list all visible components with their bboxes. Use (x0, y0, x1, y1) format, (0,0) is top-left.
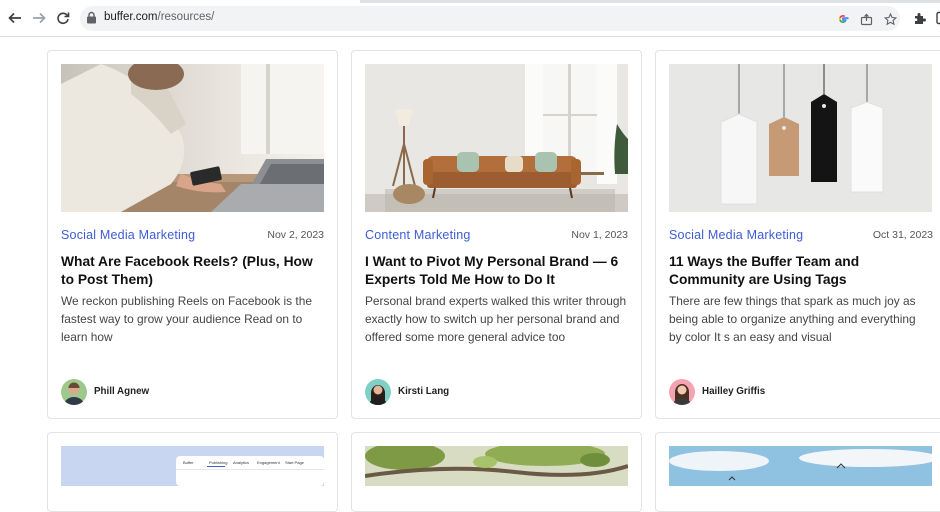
card-meta: Social Media Marketing Oct 31, 2023 (669, 228, 933, 244)
article-image[interactable] (61, 64, 324, 212)
article-excerpt: We reckon publishing Reels on Facebook i… (61, 294, 312, 344)
article-title[interactable]: What Are Facebook Reels? (Plus, How to P… (61, 253, 326, 288)
star-icon[interactable] (882, 11, 898, 27)
article-excerpt: Personal brand experts walked this write… (365, 294, 627, 344)
category-link[interactable]: Social Media Marketing (669, 228, 803, 242)
category-link[interactable]: Content Marketing (365, 228, 471, 242)
url-path: /resources/ (157, 11, 215, 23)
article-excerpt: There are few things that spark as much … (669, 294, 916, 344)
article-card[interactable] (351, 432, 642, 512)
active-tab-edge (0, 0, 360, 3)
google-icon[interactable] (835, 11, 851, 27)
lock-icon[interactable] (86, 11, 97, 29)
url-host: buffer.com (104, 11, 158, 23)
reload-icon[interactable] (53, 8, 73, 28)
publish-date: Nov 1, 2023 (571, 229, 628, 241)
author-name: Hailley Griffis (702, 386, 766, 397)
article-card[interactable]: Content Marketing Nov 1, 2023 I Want to … (351, 50, 642, 419)
category-link[interactable]: Social Media Marketing (61, 228, 195, 242)
forward-arrow-icon[interactable] (29, 8, 49, 28)
preview-tab-publishing: Publishing (209, 460, 227, 465)
tab-strip-edge (0, 0, 940, 3)
preview-tab-start-page: Start Page (285, 460, 305, 465)
article-image[interactable]: Buffer Publishing Analytics Engagement S… (61, 446, 324, 486)
avatar (61, 379, 87, 405)
browser-toolbar: buffer.com/resources/ (0, 0, 940, 37)
author-name: Phill Agnew (94, 386, 150, 397)
article-image[interactable] (669, 446, 932, 486)
extensions-icon[interactable] (912, 10, 928, 26)
card-meta: Content Marketing Nov 1, 2023 (365, 228, 628, 244)
avatar (365, 379, 391, 405)
preview-tab-engagement: Engagement (257, 460, 281, 465)
preview-tab-buffer: Buffer (183, 460, 194, 465)
article-card[interactable]: Buffer Publishing Analytics Engagement S… (47, 432, 338, 512)
address-bar[interactable]: buffer.com/resources/ (80, 6, 900, 31)
back-arrow-icon[interactable] (5, 8, 25, 28)
author-name: Kirsti Lang (398, 386, 450, 397)
publish-date: Oct 31, 2023 (872, 229, 933, 241)
share-icon[interactable] (858, 11, 874, 27)
publish-date: Nov 2, 2023 (267, 229, 324, 241)
article-image[interactable] (669, 64, 932, 212)
article-image[interactable] (365, 64, 628, 212)
side-panel-icon[interactable] (933, 10, 940, 26)
card-meta: Social Media Marketing Nov 2, 2023 (61, 228, 324, 244)
preview-tab-analytics: Analytics (233, 460, 249, 465)
url-text[interactable]: buffer.com/resources/ (104, 11, 214, 23)
avatar (669, 379, 695, 405)
article-card[interactable]: Social Media Marketing Oct 31, 2023 11 W… (655, 50, 940, 419)
article-image[interactable] (365, 446, 628, 486)
article-card[interactable] (655, 432, 940, 512)
article-card[interactable]: Social Media Marketing Nov 2, 2023 What … (47, 50, 338, 419)
article-title[interactable]: I Want to Pivot My Personal Brand — 6 Ex… (365, 253, 630, 288)
article-title[interactable]: 11 Ways the Buffer Team and Community ar… (669, 253, 934, 288)
